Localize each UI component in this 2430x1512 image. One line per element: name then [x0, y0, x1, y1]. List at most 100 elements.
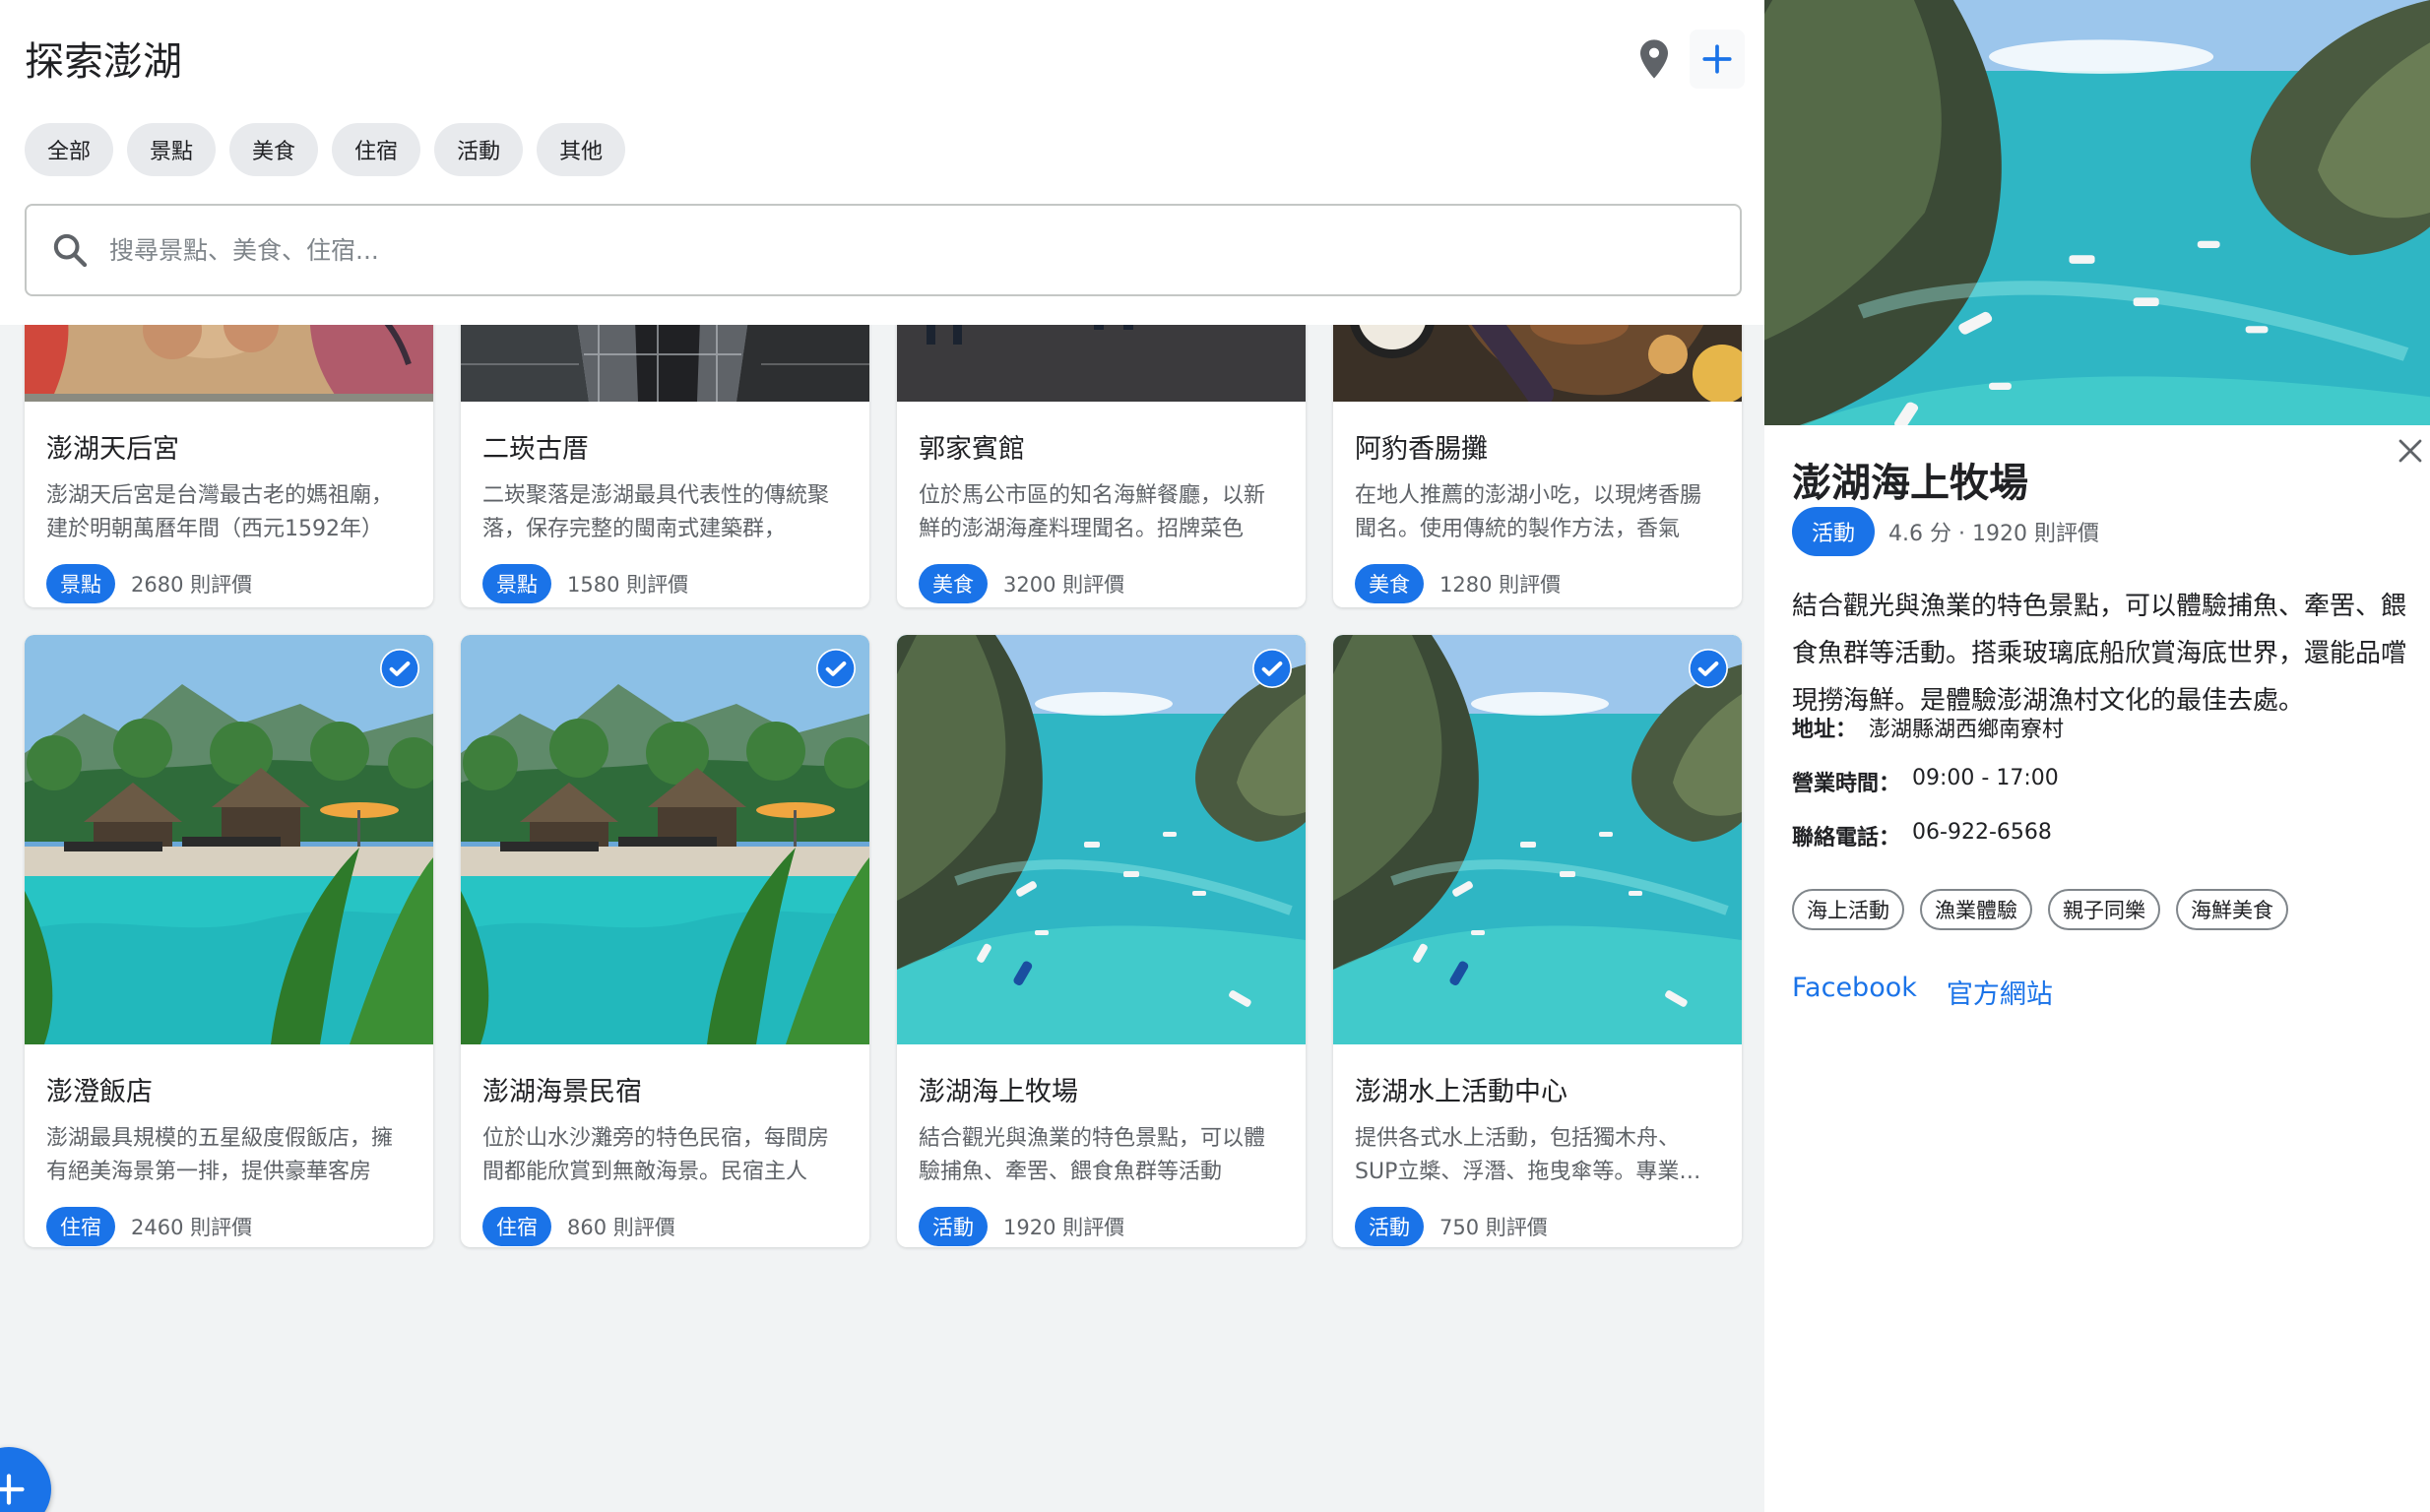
place-card[interactable]: 澎澄飯店 澎湖最具規模的五星級度假飯店，擁有絕美海景第一排，提供豪華客房 住宿 …	[25, 635, 433, 1247]
review-count: 2680 則評價	[131, 573, 253, 597]
category-badge: 活動	[919, 1207, 988, 1246]
filter-chip-lodging[interactable]: 住宿	[332, 123, 421, 176]
facebook-link[interactable]: Facebook	[1792, 973, 1917, 1011]
filter-chip-activities[interactable]: 活動	[434, 123, 524, 176]
selected-badge[interactable]	[1252, 649, 1292, 688]
search-icon	[53, 233, 88, 268]
plus-icon	[0, 1474, 25, 1505]
place-card[interactable]: 澎湖海上牧場 結合觀光與漁業的特色景點，可以體驗捕魚、牽罟、餵食魚群等活動 活動…	[897, 635, 1306, 1247]
card-meta: 美食 3200 則評價	[919, 564, 1284, 603]
tag-chip[interactable]: 海上活動	[1792, 889, 1904, 930]
address-label: 地址：	[1792, 718, 1858, 742]
detail-address-row: 地址： 澎湖縣湖西鄉南寮村	[1792, 712, 2064, 743]
location-button[interactable]	[1627, 30, 1682, 89]
card-image	[897, 635, 1306, 1044]
location-pin-icon	[1640, 39, 1668, 79]
header: 探索澎湖 全部 景點 美食 住宿 活動 其他	[0, 0, 1764, 325]
review-count: 2460 則評價	[131, 1216, 253, 1239]
close-icon	[2398, 439, 2422, 463]
review-count: 1580 則評價	[567, 573, 689, 597]
address-value: 澎湖縣湖西鄉南寮村	[1869, 718, 2065, 742]
detail-rating: 4.6 分 · 1920 則評價	[1888, 522, 2099, 546]
close-panel-button[interactable]	[2393, 433, 2428, 469]
tag-chip[interactable]: 海鮮美食	[2176, 889, 2288, 930]
check-circle-icon	[1253, 650, 1291, 687]
review-count: 1920 則評價	[1003, 1216, 1125, 1239]
category-badge: 美食	[1355, 564, 1424, 603]
plus-icon	[1702, 44, 1732, 74]
card-title: 澎湖水上活動中心	[1355, 1077, 1567, 1107]
category-badge: 活動	[1355, 1207, 1424, 1246]
tag-chip[interactable]: 漁業體驗	[1920, 889, 2032, 930]
detail-panel: 澎湖海上牧場 活動 4.6 分 · 1920 則評價 結合觀光與漁業的特色景點，…	[1764, 0, 2430, 1512]
phone-value: 06-922-6568	[1912, 820, 2052, 845]
selected-badge[interactable]	[380, 649, 419, 688]
check-circle-icon	[381, 650, 418, 687]
card-meta: 住宿 2460 則評價	[46, 1207, 412, 1246]
detail-phone-row: 聯絡電話： 06-922-6568	[1792, 820, 2052, 851]
phone-label: 聯絡電話：	[1792, 826, 1901, 850]
filter-chip-all[interactable]: 全部	[25, 123, 114, 176]
add-button[interactable]	[1690, 30, 1745, 89]
card-title: 郭家賓館	[919, 434, 1025, 465]
tag-chip[interactable]: 親子同樂	[2048, 889, 2160, 930]
card-meta: 景點 1580 則評價	[482, 564, 848, 603]
detail-category-badge: 活動	[1792, 507, 1876, 556]
search-bar[interactable]	[25, 204, 1742, 296]
detail-hero-image	[1764, 0, 2430, 425]
card-title: 澎湖天后宮	[46, 434, 179, 465]
review-count: 3200 則評價	[1003, 573, 1125, 597]
category-badge: 美食	[919, 564, 988, 603]
selected-badge[interactable]	[816, 649, 856, 688]
page-title: 探索澎湖	[25, 39, 182, 85]
category-badge: 景點	[482, 564, 551, 603]
hours-value: 09:00 - 17:00	[1912, 766, 2059, 790]
card-title: 澎湖海景民宿	[482, 1077, 642, 1107]
card-meta: 景點 2680 則評價	[46, 564, 412, 603]
category-badge: 住宿	[46, 1207, 115, 1246]
card-title: 澎澄飯店	[46, 1077, 153, 1107]
card-description: 位於馬公市區的知名海鮮餐廳，以新鮮的澎湖海產料理聞名。招牌菜色	[919, 483, 1266, 541]
card-meta: 住宿 860 則評價	[482, 1207, 848, 1246]
official-website-link[interactable]: 官方網站	[1947, 973, 2053, 1011]
card-image	[25, 635, 433, 1044]
card-meta: 美食 1280 則評價	[1355, 564, 1720, 603]
review-count: 750 則評價	[1439, 1216, 1548, 1239]
detail-links: Facebook 官方網站	[1792, 973, 2053, 1011]
main-area: 探索澎湖 全部 景點 美食 住宿 活動 其他 搜尋景點、美食、住宿... 澎湖天…	[0, 0, 1764, 1512]
search-input[interactable]	[109, 220, 1740, 280]
card-title: 阿豹香腸攤	[1355, 434, 1488, 465]
card-title: 二崁古厝	[482, 434, 589, 465]
card-image	[461, 635, 869, 1044]
detail-title: 澎湖海上牧場	[1792, 461, 2028, 506]
filter-chip-food[interactable]: 美食	[229, 123, 319, 176]
card-description: 二崁聚落是澎湖最具代表性的傳統聚落，保存完整的閩南式建築群，	[482, 483, 830, 541]
review-count: 1280 則評價	[1439, 573, 1562, 597]
card-image	[1333, 635, 1742, 1044]
card-description: 位於山水沙灘旁的特色民宿，每間房間都能欣賞到無敵海景。民宿主人	[482, 1126, 830, 1184]
card-meta: 活動 750 則評價	[1355, 1207, 1720, 1246]
detail-meta: 活動 4.6 分 · 1920 則評價	[1792, 507, 2099, 556]
card-title: 澎湖海上牧場	[919, 1077, 1078, 1107]
selected-badge[interactable]	[1689, 649, 1728, 688]
filter-chip-other[interactable]: 其他	[537, 123, 626, 176]
card-meta: 活動 1920 則評價	[919, 1207, 1284, 1246]
place-card[interactable]: 澎湖海景民宿 位於山水沙灘旁的特色民宿，每間房間都能欣賞到無敵海景。民宿主人 住…	[461, 635, 869, 1247]
hours-label: 營業時間：	[1792, 772, 1901, 796]
detail-description: 結合觀光與漁業的特色景點，可以體驗捕魚、牽罟、餵食魚群等活動。搭乘玻璃底船欣賞海…	[1792, 592, 2407, 716]
detail-tags: 海上活動 漁業體驗 親子同樂 海鮮美食	[1792, 889, 2288, 930]
filter-chip-attractions[interactable]: 景點	[127, 123, 217, 176]
card-description: 澎湖天后宮是台灣最古老的媽祖廟，建於明朝萬曆年間（西元1592年）	[46, 483, 394, 541]
review-count: 860 則評價	[567, 1216, 675, 1239]
card-description: 澎湖最具規模的五星級度假飯店，擁有絕美海景第一排，提供豪華客房	[46, 1126, 394, 1184]
card-description: 在地人推薦的澎湖小吃，以現烤香腸聞名。使用傳統的製作方法，香氣	[1355, 483, 1702, 541]
category-badge: 住宿	[482, 1207, 551, 1246]
floating-add-button[interactable]	[0, 1447, 51, 1512]
check-circle-icon	[817, 650, 855, 687]
category-badge: 景點	[46, 564, 115, 603]
place-card[interactable]: 澎湖水上活動中心 提供各式水上活動，包括獨木舟、SUP立槳、浮潛、拖曳傘等。專業…	[1333, 635, 1742, 1247]
filter-chips: 全部 景點 美食 住宿 活動 其他	[25, 123, 626, 176]
detail-hours-row: 營業時間： 09:00 - 17:00	[1792, 766, 2059, 797]
card-description: 結合觀光與漁業的特色景點，可以體驗捕魚、牽罟、餵食魚群等活動	[919, 1126, 1266, 1184]
check-circle-icon	[1690, 650, 1727, 687]
